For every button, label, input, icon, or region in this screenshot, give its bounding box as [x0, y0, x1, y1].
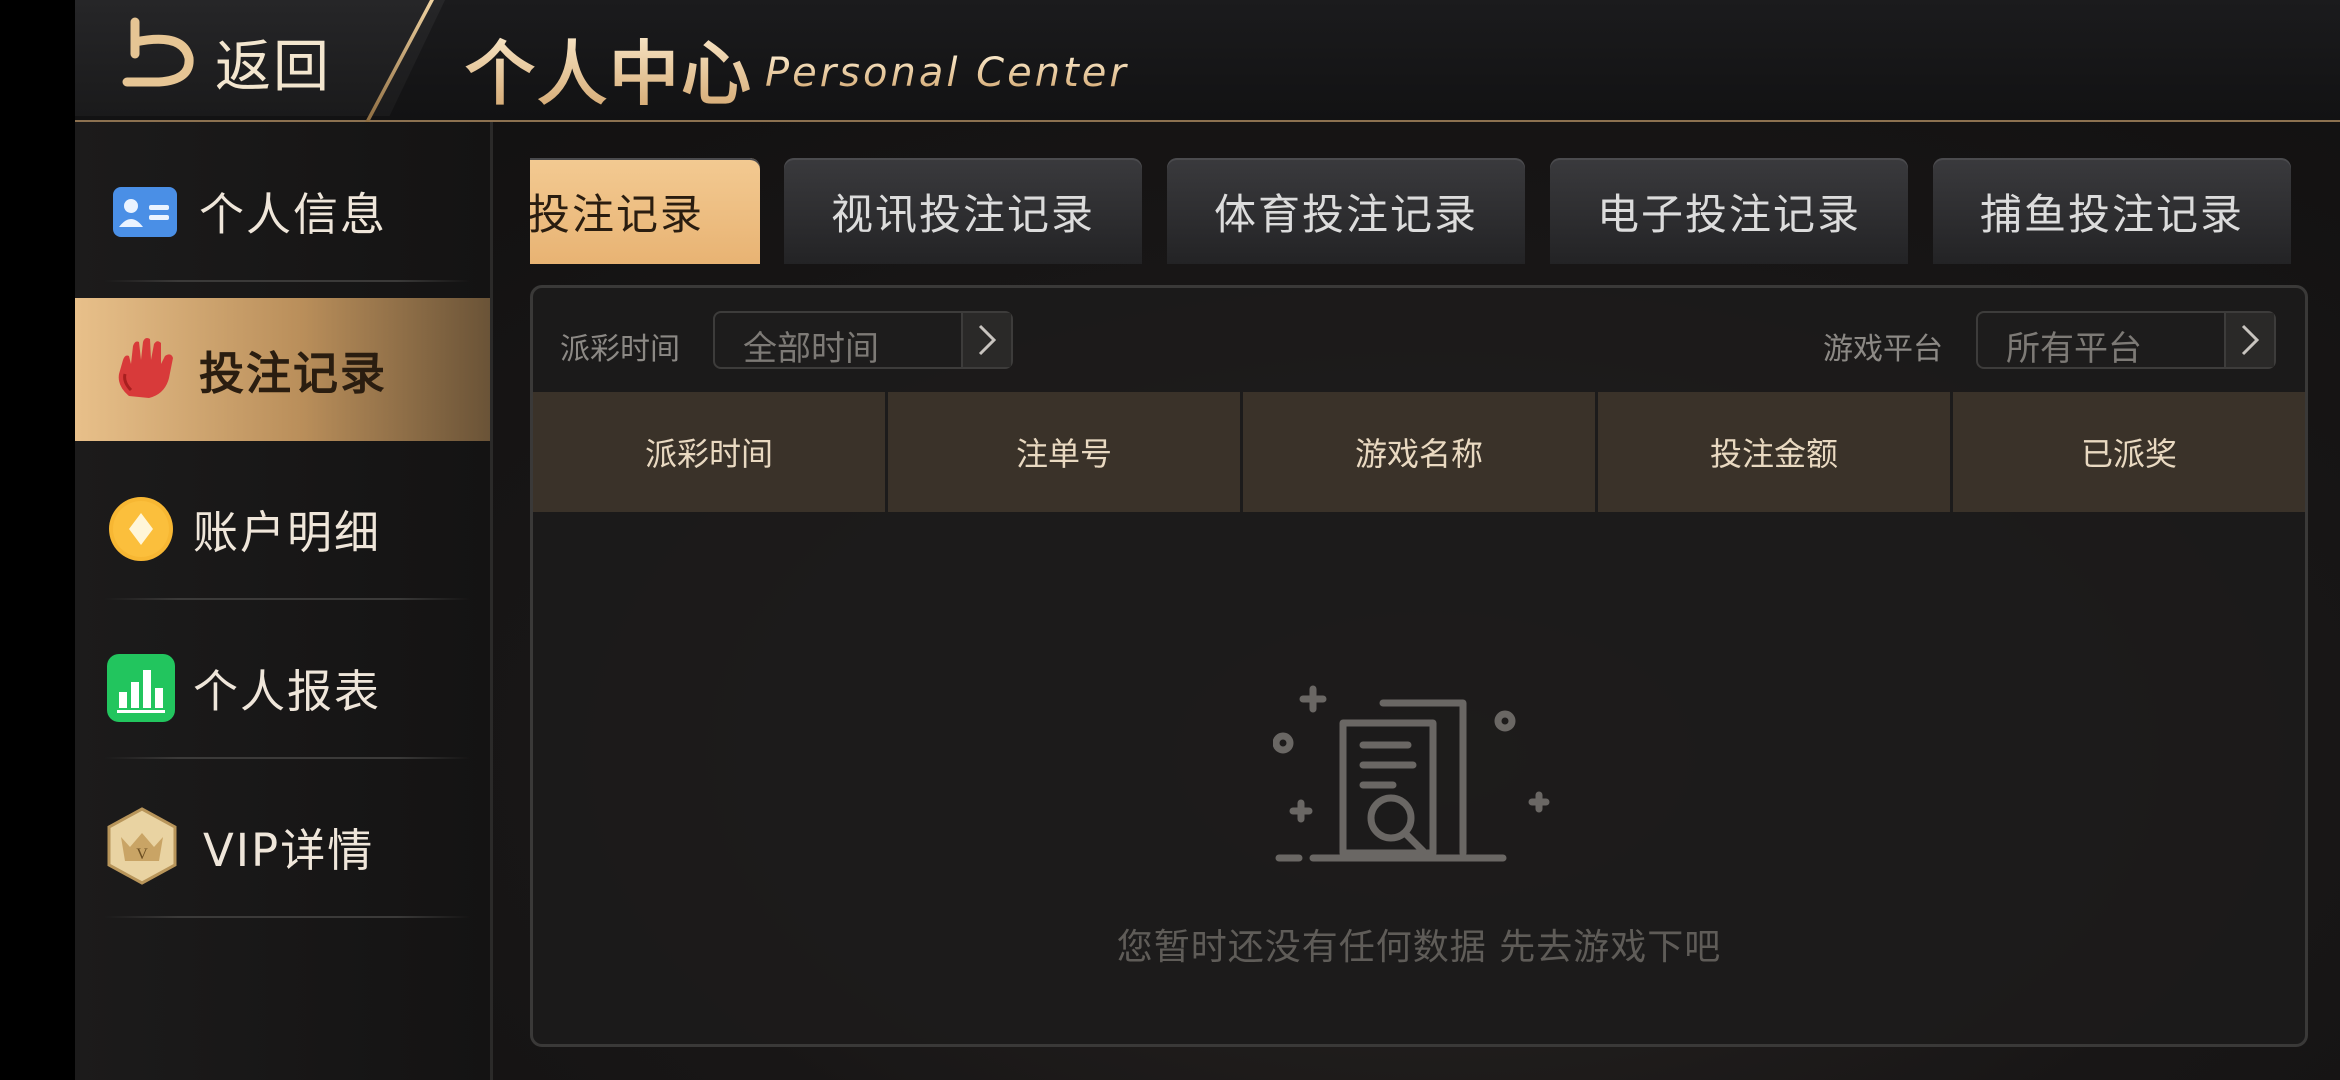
id-card-icon — [113, 187, 177, 237]
sidebar-item-label: 个人报表 — [193, 665, 382, 718]
empty-documents-icon — [1273, 685, 1550, 862]
platform-filter-label: 游戏平台 — [1823, 332, 1943, 367]
sidebar-separator — [105, 916, 470, 918]
sidebar-item-label: VIP详情 — [203, 824, 375, 877]
filter-bar: 派彩时间 全部时间 游戏平台 所有平台 — [533, 288, 2305, 392]
page-subtitle: Personal Center — [765, 50, 1129, 96]
column-header-order-number: 注单号 — [888, 392, 1243, 512]
platform-filter-select[interactable]: 所有平台 — [1976, 311, 2276, 369]
column-header-payout-time: 派彩时间 — [533, 392, 888, 512]
sidebar-item-personal-report[interactable]: 个人报表 — [75, 616, 490, 759]
header-bar: 返回 个人中心 Personal Center — [75, 0, 2340, 125]
hand-icon — [118, 338, 173, 398]
tab-card-bet-records[interactable]: 牌投注记录 — [530, 158, 760, 264]
sidebar-item-label: 账户明细 — [193, 506, 382, 559]
sidebar-item-label: 投注记录 — [199, 347, 388, 400]
column-header-bet-amount: 投注金额 — [1598, 392, 1953, 512]
sidebar-item-bet-records[interactable]: 投注记录 — [75, 298, 490, 441]
sidebar: 个人信息 投注记录 账户明细 个人报表 V VIP详情 — [75, 122, 493, 1080]
svg-text:V: V — [136, 846, 148, 863]
back-button[interactable]: 返回 — [75, 0, 445, 116]
time-filter-value: 全部时间 — [743, 329, 879, 369]
vip-crown-icon: V — [107, 807, 177, 885]
back-arrow-icon — [122, 17, 194, 87]
records-panel: 派彩时间 全部时间 游戏平台 所有平台 派彩时间 注单号 游戏名称 投注金额 已… — [530, 285, 2308, 1047]
sidebar-separator — [105, 598, 470, 600]
chevron-right-icon — [2224, 313, 2274, 367]
personal-center-app: 返回 个人中心 Personal Center 个人信息 投注记录 账户明细 个… — [75, 0, 2340, 1080]
sidebar-separator — [105, 757, 470, 759]
time-filter-select[interactable]: 全部时间 — [713, 311, 1013, 369]
tab-sports-bet-records[interactable]: 体育投注记录 — [1167, 158, 1525, 264]
tab-fishing-bet-records[interactable]: 捕鱼投注记录 — [1933, 158, 2291, 264]
page-title: 个人中心 — [465, 18, 753, 119]
sidebar-separator — [105, 280, 470, 282]
platform-filter-value: 所有平台 — [2006, 329, 2142, 369]
chevron-right-icon — [961, 313, 1011, 367]
table-header: 派彩时间 注单号 游戏名称 投注金额 已派奖 — [533, 392, 2305, 512]
column-header-game-name: 游戏名称 — [1243, 392, 1598, 512]
time-filter-label: 派彩时间 — [560, 332, 680, 367]
tab-live-bet-records[interactable]: 视讯投注记录 — [784, 158, 1142, 264]
tab-electronic-bet-records[interactable]: 电子投注记录 — [1550, 158, 1908, 264]
record-tabs: 牌投注记录 视讯投注记录 体育投注记录 电子投注记录 捕鱼投注记录 — [530, 158, 2340, 266]
coin-icon — [109, 497, 173, 561]
sidebar-item-personal-info[interactable]: 个人信息 — [75, 139, 490, 282]
sidebar-item-account-details[interactable]: 账户明细 — [75, 457, 490, 600]
sidebar-item-vip-details[interactable]: V VIP详情 — [75, 775, 490, 918]
column-header-paid-out: 已派奖 — [2080, 435, 2177, 473]
empty-state-message: 您暂时还没有任何数据 先去游戏下吧 — [1116, 927, 1722, 968]
sidebar-item-label: 个人信息 — [199, 188, 388, 241]
back-label: 返回 — [215, 35, 331, 100]
bar-chart-icon — [107, 654, 175, 722]
